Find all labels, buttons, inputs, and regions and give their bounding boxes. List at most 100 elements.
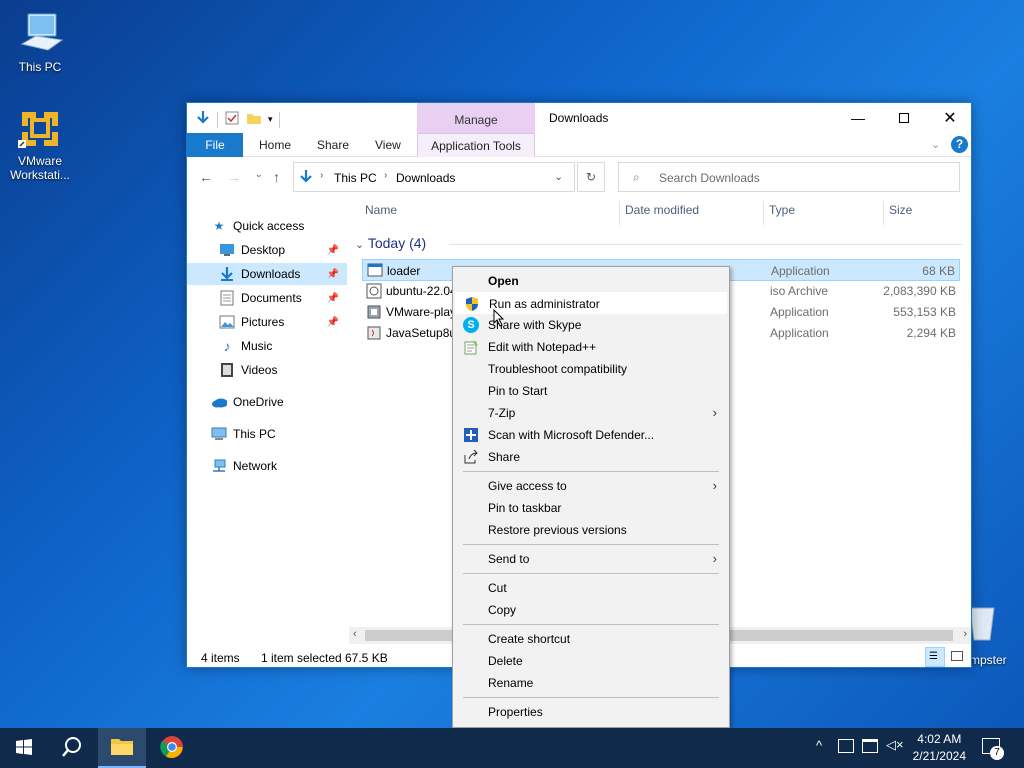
system-clock[interactable]: 4:02 AM 2/21/2024: [913, 731, 966, 765]
installer-icon: [366, 304, 382, 320]
desktop-this-pc[interactable]: This PC: [0, 10, 80, 74]
tab-view[interactable]: View: [361, 133, 415, 157]
column-name[interactable]: Name: [365, 203, 397, 217]
videos-folder-icon: [219, 362, 235, 378]
menu-item-scan-with-defender[interactable]: Scan with Microsoft Defender...: [455, 424, 727, 446]
nav-pictures[interactable]: Pictures 📌: [187, 311, 347, 333]
clock-time: 4:02 AM: [917, 732, 962, 746]
up-button[interactable]: ↑: [273, 169, 280, 185]
nav-quick-access[interactable]: ★ Quick access: [187, 215, 347, 237]
nav-label: Pictures: [241, 315, 285, 329]
taskbar-chrome[interactable]: [148, 728, 196, 768]
pin-icon: 📌: [326, 244, 339, 256]
menu-item-label: Run as administrator: [489, 297, 600, 311]
search-input[interactable]: ⌕ Search Downloads: [618, 162, 960, 192]
address-dropdown-icon[interactable]: ⌄: [554, 170, 563, 183]
forward-button[interactable]: →: [227, 169, 241, 185]
network-icon: [211, 458, 227, 474]
nav-downloads[interactable]: Downloads 📌: [187, 263, 347, 285]
file-type: iso Archive: [770, 284, 829, 298]
address-bar[interactable]: › This PC › Downloads ⌄: [293, 162, 575, 192]
scroll-right-icon[interactable]: ›: [963, 628, 967, 640]
breadcrumb-separator-icon-2: ›: [384, 170, 388, 181]
column-date-modified[interactable]: Date modified: [625, 203, 699, 217]
ribbon-tabs: File Home Share View Application Tools ⌄…: [187, 133, 971, 157]
menu-item-cut[interactable]: Cut: [455, 577, 727, 599]
properties-icon[interactable]: [224, 110, 240, 129]
menu-item-send-to[interactable]: Send to ›: [455, 548, 727, 570]
column-type[interactable]: Type: [769, 203, 795, 217]
breadcrumb-downloads[interactable]: Downloads: [396, 171, 455, 185]
menu-item-create-shortcut[interactable]: Create shortcut: [455, 628, 727, 650]
taskbar-file-explorer[interactable]: [98, 728, 146, 768]
nav-music[interactable]: ♪ Music: [187, 335, 347, 357]
security-tray-icon[interactable]: [838, 739, 854, 753]
tab-file[interactable]: File: [187, 133, 243, 157]
search-taskbar-button[interactable]: [48, 728, 96, 768]
search-icon: [61, 736, 83, 761]
arrow-left-icon: ←: [199, 169, 213, 185]
group-header-today[interactable]: ⌄ Today (4): [355, 235, 426, 251]
nav-label: OneDrive: [233, 395, 284, 409]
desktop-vmware-label-1: VMware: [17, 154, 62, 168]
menu-item-7zip[interactable]: 7-Zip ›: [455, 402, 727, 424]
menu-item-pin-to-start[interactable]: Pin to Start: [455, 380, 727, 402]
maximize-button[interactable]: [881, 103, 927, 133]
details-view-button[interactable]: ☰: [925, 647, 945, 667]
file-name: JavaSetup8u: [386, 326, 457, 340]
menu-item-label: Send to: [488, 552, 530, 566]
tab-application-tools[interactable]: Application Tools: [417, 133, 535, 157]
close-button[interactable]: ✕: [927, 103, 973, 133]
application-icon: [367, 263, 383, 279]
nav-this-pc[interactable]: This PC: [187, 423, 347, 445]
tab-home[interactable]: Home: [245, 133, 305, 157]
nav-documents[interactable]: Documents 📌: [187, 287, 347, 309]
nav-network[interactable]: Network: [187, 455, 347, 477]
help-icon[interactable]: ?: [951, 136, 968, 153]
show-hidden-icons-icon[interactable]: ^: [816, 738, 822, 753]
ribbon-expand-icon[interactable]: ⌄: [931, 138, 940, 151]
menu-item-properties[interactable]: Properties: [455, 701, 727, 723]
menu-item-copy[interactable]: Copy: [455, 599, 727, 621]
menu-item-open[interactable]: Open: [455, 270, 727, 292]
column-separator: [619, 201, 620, 225]
scroll-left-icon[interactable]: ‹: [353, 628, 357, 640]
new-folder-icon[interactable]: [246, 110, 262, 129]
file-name: loader: [387, 264, 421, 278]
recent-locations-button[interactable]: ⌄: [255, 169, 263, 180]
menu-item-label: Edit with Notepad++: [488, 340, 597, 354]
volume-muted-icon[interactable]: ◁×: [886, 737, 904, 753]
nav-videos[interactable]: Videos: [187, 359, 347, 381]
minimize-button[interactable]: —: [835, 103, 881, 133]
menu-item-restore-previous-versions[interactable]: Restore previous versions: [455, 519, 727, 541]
column-separator: [763, 201, 764, 225]
manage-contextual-tab[interactable]: Manage: [417, 103, 535, 133]
menu-item-give-access-to[interactable]: Give access to ›: [455, 475, 727, 497]
menu-item-delete[interactable]: Delete: [455, 650, 727, 672]
qat-dropdown-icon[interactable]: ▾: [268, 114, 273, 125]
pin-icon: 📌: [326, 316, 339, 328]
nav-desktop[interactable]: Desktop 📌: [187, 239, 347, 261]
large-icons-view-button[interactable]: [949, 649, 965, 665]
download-arrow-icon[interactable]: [195, 110, 211, 129]
menu-item-troubleshoot-compatibility[interactable]: Troubleshoot compatibility: [455, 358, 727, 380]
menu-item-rename[interactable]: Rename: [455, 672, 727, 694]
start-button[interactable]: [0, 728, 48, 768]
nav-onedrive[interactable]: OneDrive: [187, 391, 347, 413]
menu-item-share[interactable]: Share: [455, 446, 727, 468]
breadcrumb-this-pc[interactable]: This PC: [334, 171, 377, 185]
menu-separator: [463, 544, 719, 545]
shield-icon: [464, 296, 480, 312]
desktop-vmware[interactable]: VMware Workstati...: [0, 104, 80, 182]
menu-item-edit-with-notepad-plus-plus[interactable]: Edit with Notepad++: [455, 336, 727, 358]
network-tray-icon[interactable]: [862, 739, 878, 753]
back-button[interactable]: ←: [199, 169, 213, 185]
refresh-button[interactable]: ↻: [577, 162, 605, 192]
menu-item-pin-to-taskbar[interactable]: Pin to taskbar: [455, 497, 727, 519]
search-icon: ⌕: [633, 170, 640, 184]
action-center-button[interactable]: 7: [980, 736, 1004, 760]
tab-share[interactable]: Share: [303, 133, 363, 157]
menu-item-label: Give access to: [488, 479, 567, 493]
column-size[interactable]: Size: [889, 203, 912, 217]
menu-separator: [463, 573, 719, 574]
